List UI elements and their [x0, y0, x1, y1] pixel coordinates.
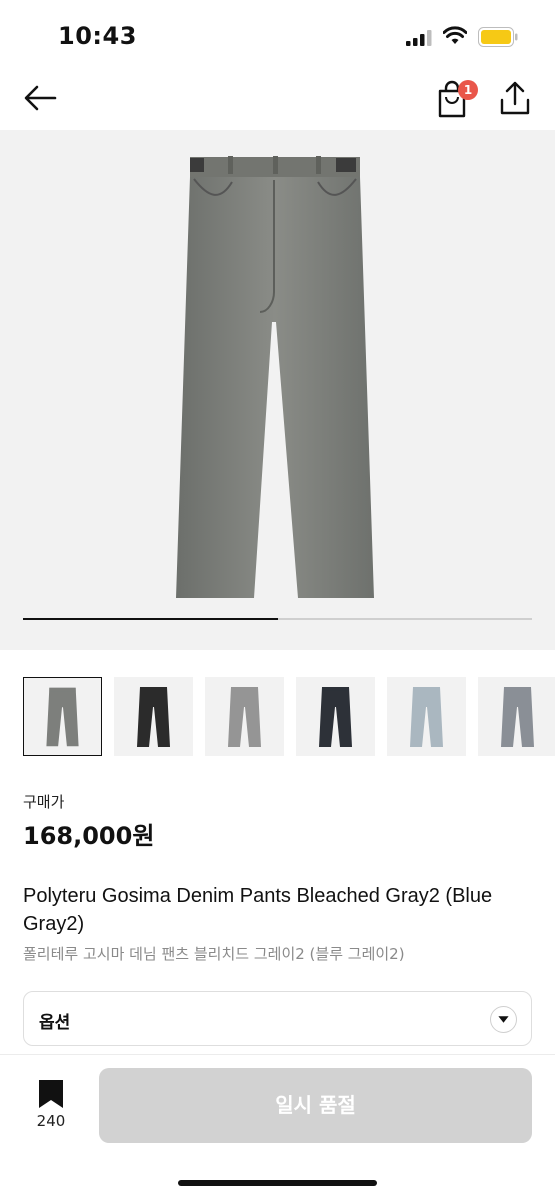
thumb-bleached-gray2[interactable]: [23, 677, 102, 756]
wifi-icon: [443, 26, 467, 44]
thumb-blue-gray[interactable]: [478, 677, 555, 756]
bookmark-icon: [39, 1080, 63, 1108]
buy-button[interactable]: 일시 품절: [99, 1068, 532, 1143]
thumbnail-image: [46, 687, 79, 747]
thumbnail-strip[interactable]: [23, 677, 555, 757]
chevron-down-icon[interactable]: [490, 1006, 517, 1033]
product-gallery[interactable]: [0, 130, 555, 650]
cart-count-badge: 1: [458, 80, 478, 100]
thumbnail-image: [410, 687, 443, 747]
product-title: Polyteru Gosima Denim Pants Bleached Gra…: [23, 885, 493, 935]
product-image: [176, 156, 374, 598]
thumbnail-image: [319, 687, 352, 747]
wishlist-button[interactable]: 240: [28, 1078, 74, 1134]
back-arrow-icon[interactable]: [22, 80, 58, 116]
home-indicator: [178, 1180, 377, 1186]
gallery-progress: [23, 618, 532, 620]
signal-icon: [406, 30, 432, 46]
option-label: 옵션: [39, 1013, 71, 1033]
thumb-light-blue[interactable]: [387, 677, 466, 756]
wishlist-count: 240: [36, 1112, 66, 1130]
thumb-black[interactable]: [114, 677, 193, 756]
gallery-progress-fill: [23, 618, 278, 620]
price-label: 구매가: [23, 793, 65, 811]
thumbnail-image: [501, 687, 534, 747]
share-icon[interactable]: [498, 80, 532, 116]
status-time: 10:43: [58, 22, 137, 50]
bottom-divider: [0, 1054, 555, 1055]
status-bar: 10:43: [0, 0, 555, 70]
thumbnail-image: [137, 687, 170, 747]
thumb-faded-gray[interactable]: [205, 677, 284, 756]
option-select[interactable]: 옵션: [23, 991, 532, 1046]
price-value: 168,000원: [23, 822, 155, 850]
thumb-dark-navy[interactable]: [296, 677, 375, 756]
battery-icon: [478, 27, 518, 47]
thumbnail-image: [228, 687, 261, 747]
product-subtitle: 폴리테루 고시마 데님 팬츠 블리치드 그레이2 (블루 그레이2): [23, 945, 405, 963]
